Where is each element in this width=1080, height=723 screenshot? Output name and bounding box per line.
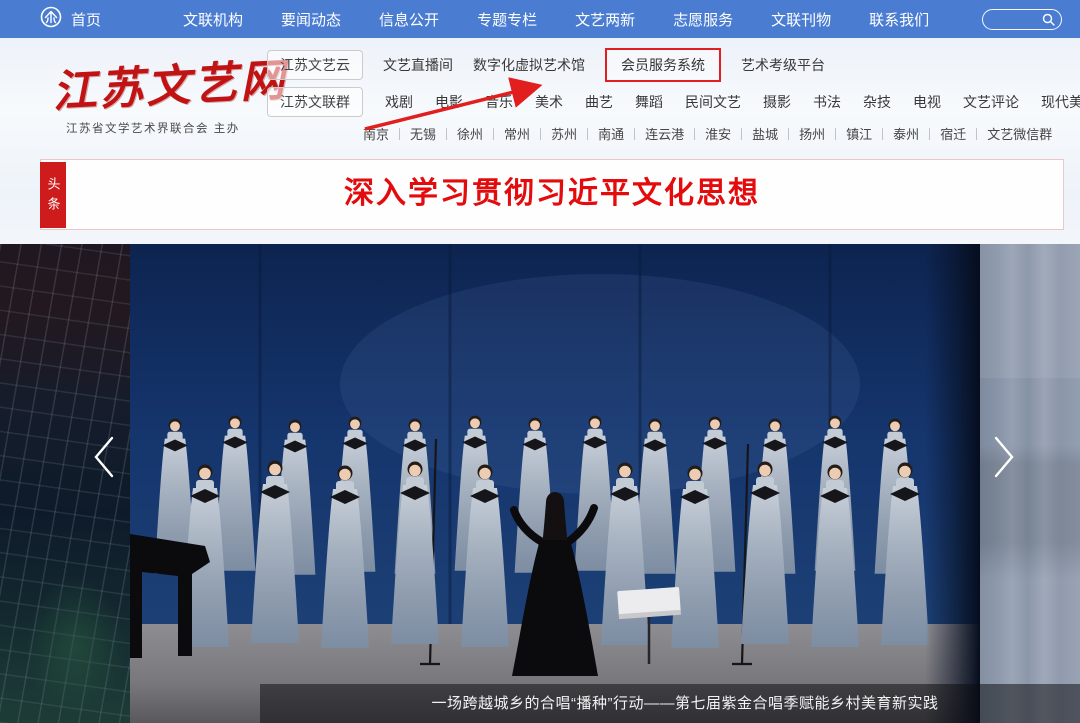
menu-item-new-arts[interactable]: 文艺两新 [575,9,635,30]
city-lianyungang[interactable]: 连云港 [624,124,684,143]
masthead: 江苏文艺网 江苏省文学艺术界联合会 主办 江苏文艺云 文艺直播间 数字化虚拟艺术… [0,38,1080,244]
hero-carousel: 一场跨越城乡的合唱“播种”行动——第七届紫金合唱季赋能乡村美育新实践 [0,244,1080,723]
live-room-link[interactable]: 文艺直播间 [383,55,453,75]
carousel-caption[interactable]: 一场跨越城乡的合唱“播种”行动——第七届紫金合唱季赋能乡村美育新实践 [260,684,1080,723]
category-quyi[interactable]: 曲艺 [585,92,613,112]
organizer-line: 江苏省文学艺术界联合会 主办 [52,120,287,136]
city-nantong[interactable]: 南通 [577,124,624,143]
search-box [982,9,1062,30]
category-calligraphy[interactable]: 书法 [813,92,841,112]
city-changzhou[interactable]: 常州 [483,124,530,143]
headline-banner: 头条 深入学习贯彻习近平文化思想 [40,159,1064,230]
top-navigation-bar: 首页 文联机构 要闻动态 信息公开 专题专栏 文艺两新 志愿服务 文联刊物 联系… [0,0,1080,38]
category-acrobatics[interactable]: 杂技 [863,92,891,112]
city-xuzhou[interactable]: 徐州 [436,124,483,143]
menu-item-news[interactable]: 要闻动态 [281,9,341,30]
site-logo-text[interactable]: 江苏文艺网 [50,44,288,120]
headline-tag: 头条 [40,162,66,228]
city-yancheng[interactable]: 盐城 [731,124,778,143]
carousel-next-button[interactable] [982,428,1026,488]
masthead-links: 江苏文艺云 文艺直播间 数字化虚拟艺术馆 会员服务系统 艺术考级平台 江苏文联群… [267,50,1080,143]
city-zhenjiang[interactable]: 镇江 [825,124,872,143]
city-huaian[interactable]: 淮安 [684,124,731,143]
category-television[interactable]: 电视 [913,92,941,112]
art-exam-platform-link[interactable]: 艺术考级平台 [741,55,825,75]
carousel-prev-button[interactable] [82,428,126,488]
menu-item-volunteer[interactable]: 志愿服务 [673,9,733,30]
home-nav-item[interactable]: 首页 [40,6,101,33]
member-service-system-link[interactable]: 会员服务系统 [605,48,721,82]
city-yangzhou[interactable]: 扬州 [778,124,825,143]
headline-title[interactable]: 深入学习贯彻习近平文化思想 [41,160,1063,227]
category-row: 江苏文联群 戏剧 电影 音乐 美术 曲艺 舞蹈 民间文艺 摄影 书法 杂技 电视… [267,88,1080,116]
menu-item-publications[interactable]: 文联刊物 [771,9,831,30]
category-film[interactable]: 电影 [435,92,463,112]
carousel-current-slide[interactable]: 一场跨越城乡的合唱“播种”行动——第七届紫金合唱季赋能乡村美育新实践 [130,244,980,723]
category-modern-art-museum[interactable]: 现代美术馆 [1041,92,1080,112]
site-logo-icon [40,6,62,33]
platform-row: 江苏文艺云 文艺直播间 数字化虚拟艺术馆 会员服务系统 艺术考级平台 [267,50,1080,80]
page: 首页 文联机构 要闻动态 信息公开 专题专栏 文艺两新 志愿服务 文联刊物 联系… [0,0,1080,723]
wechat-group-link[interactable]: 文艺微信群 [966,124,1052,143]
city-suqian[interactable]: 宿迁 [919,124,966,143]
city-wuxi[interactable]: 无锡 [389,124,436,143]
menu-item-institutions[interactable]: 文联机构 [183,9,243,30]
category-drama[interactable]: 戏剧 [385,92,413,112]
logo-block: 江苏文艺网 江苏省文学艺术界联合会 主办 [52,50,287,136]
virtual-gallery-link[interactable]: 数字化虚拟艺术馆 [473,55,585,75]
top-menu: 文联机构 要闻动态 信息公开 专题专栏 文艺两新 志愿服务 文联刊物 联系我们 [183,9,929,30]
chevron-right-icon [991,434,1017,483]
city-taizhou[interactable]: 泰州 [872,124,919,143]
category-criticism[interactable]: 文艺评论 [963,92,1019,112]
category-fine-arts[interactable]: 美术 [535,92,563,112]
wenlian-group-button[interactable]: 江苏文联群 [267,87,363,117]
menu-item-contact[interactable]: 联系我们 [869,9,929,30]
choir-photo-illustration [130,244,980,723]
wenyi-cloud-button[interactable]: 江苏文艺云 [267,50,363,80]
category-folk-arts[interactable]: 民间文艺 [685,92,741,112]
city-row: 南京 无锡 徐州 常州 苏州 南通 连云港 淮安 盐城 扬州 镇江 泰州 宿迁 … [363,124,1080,143]
chevron-left-icon [91,434,117,483]
category-photography[interactable]: 摄影 [763,92,791,112]
category-music[interactable]: 音乐 [485,92,513,112]
city-nanjing[interactable]: 南京 [363,124,389,143]
home-label[interactable]: 首页 [71,9,101,30]
menu-item-special-topics[interactable]: 专题专栏 [477,9,537,30]
city-suzhou[interactable]: 苏州 [530,124,577,143]
search-icon[interactable] [1042,13,1055,31]
menu-item-disclosure[interactable]: 信息公开 [379,9,439,30]
category-dance[interactable]: 舞蹈 [635,92,663,112]
